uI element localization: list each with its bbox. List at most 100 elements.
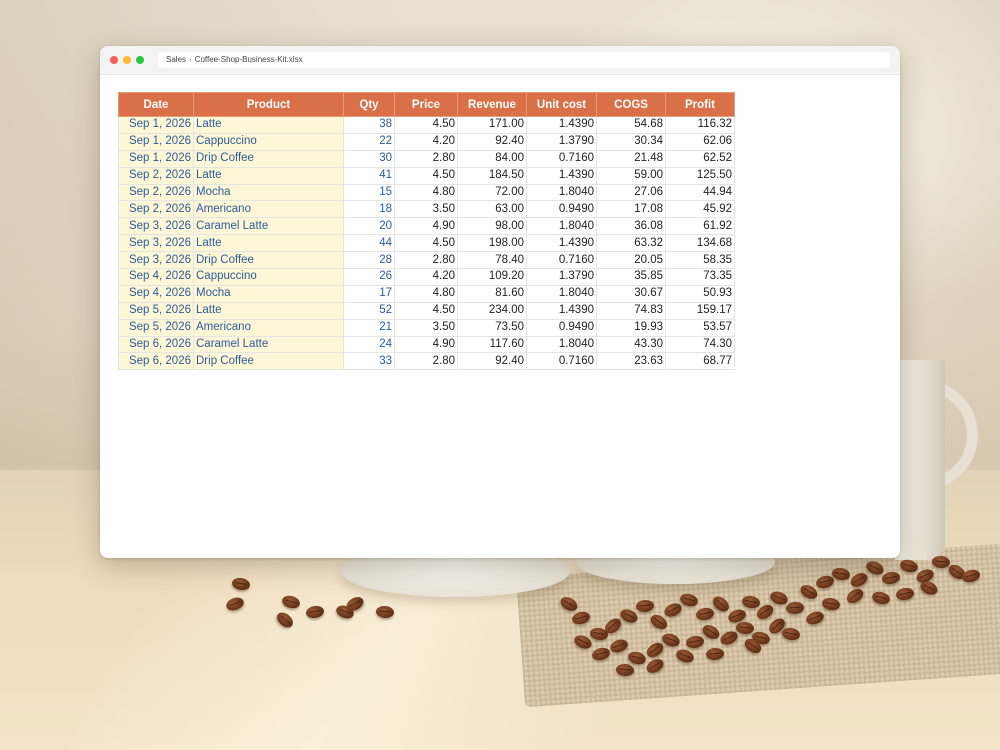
cell-product[interactable]: Latte — [193, 116, 344, 134]
cell-cogs[interactable]: 30.67 — [596, 284, 666, 303]
cell-cogs[interactable]: 36.08 — [596, 217, 666, 236]
cell-price[interactable]: 4.90 — [394, 335, 458, 354]
cell-qty[interactable]: 41 — [343, 166, 395, 185]
cell-profit[interactable]: 74.30 — [665, 335, 735, 354]
maximize-window-button[interactable] — [136, 56, 144, 64]
cell-product[interactable]: Cappuccino — [193, 132, 344, 151]
cell-product[interactable]: Caramel Latte — [193, 217, 344, 236]
cell-profit[interactable]: 50.93 — [665, 284, 735, 303]
cell-date[interactable]: Sep 4, 2026 — [118, 268, 194, 286]
cell-profit[interactable]: 116.32 — [665, 116, 735, 134]
cell-unit-cost[interactable]: 0.7160 — [526, 352, 597, 371]
cell-product[interactable]: Americano — [193, 200, 344, 219]
cell-price[interactable]: 2.80 — [394, 352, 458, 371]
cell-revenue[interactable]: 92.40 — [457, 132, 527, 151]
cell-revenue[interactable]: 73.50 — [457, 318, 527, 337]
cell-unit-cost[interactable]: 1.4390 — [526, 116, 597, 134]
cell-profit[interactable]: 125.50 — [665, 166, 735, 185]
cell-cogs[interactable]: 30.34 — [596, 132, 666, 151]
cell-qty[interactable]: 52 — [343, 301, 395, 320]
cell-product[interactable]: Caramel Latte — [193, 335, 344, 354]
column-header-date[interactable]: Date — [118, 92, 194, 117]
cell-price[interactable]: 4.50 — [394, 301, 458, 320]
cell-unit-cost[interactable]: 0.7160 — [526, 149, 597, 168]
cell-cogs[interactable]: 59.00 — [596, 166, 666, 185]
cell-date[interactable]: Sep 3, 2026 — [118, 217, 194, 236]
cell-unit-cost[interactable]: 0.7160 — [526, 251, 597, 270]
cell-qty[interactable]: 24 — [343, 335, 395, 354]
column-header-revenue[interactable]: Revenue — [457, 92, 527, 117]
breadcrumb-folder[interactable]: Sales — [166, 55, 186, 64]
cell-product[interactable]: Cappuccino — [193, 268, 344, 286]
cell-cogs[interactable]: 20.05 — [596, 251, 666, 270]
cell-qty[interactable]: 20 — [343, 217, 395, 236]
cell-profit[interactable]: 73.35 — [665, 268, 735, 286]
column-header-profit[interactable]: Profit — [665, 92, 735, 117]
cell-revenue[interactable]: 84.00 — [457, 149, 527, 168]
cell-unit-cost[interactable]: 1.8040 — [526, 335, 597, 354]
cell-date[interactable]: Sep 1, 2026 — [118, 149, 194, 168]
column-header-qty[interactable]: Qty — [343, 92, 395, 117]
cell-cogs[interactable]: 23.63 — [596, 352, 666, 371]
breadcrumb-file[interactable]: Coffee-Shop-Business-Kit.xlsx — [195, 55, 303, 64]
cell-price[interactable]: 2.80 — [394, 149, 458, 168]
cell-date[interactable]: Sep 2, 2026 — [118, 166, 194, 185]
cell-price[interactable]: 4.20 — [394, 132, 458, 151]
cell-qty[interactable]: 18 — [343, 200, 395, 219]
cell-unit-cost[interactable]: 1.3790 — [526, 268, 597, 286]
cell-price[interactable]: 4.50 — [394, 116, 458, 134]
cell-profit[interactable]: 159.17 — [665, 301, 735, 320]
cell-revenue[interactable]: 63.00 — [457, 200, 527, 219]
cell-unit-cost[interactable]: 1.4390 — [526, 234, 597, 253]
breadcrumb[interactable]: Sales › Coffee-Shop-Business-Kit.xlsx — [158, 52, 890, 68]
cell-cogs[interactable]: 17.08 — [596, 200, 666, 219]
cell-date[interactable]: Sep 5, 2026 — [118, 318, 194, 337]
column-header-unit-cost[interactable]: Unit cost — [526, 92, 597, 117]
cell-qty[interactable]: 44 — [343, 234, 395, 253]
cell-product[interactable]: Latte — [193, 234, 344, 253]
cell-profit[interactable]: 68.77 — [665, 352, 735, 371]
cell-date[interactable]: Sep 1, 2026 — [118, 132, 194, 151]
close-window-button[interactable] — [110, 56, 118, 64]
cell-profit[interactable]: 61.92 — [665, 217, 735, 236]
cell-price[interactable]: 4.80 — [394, 284, 458, 303]
cell-product[interactable]: Drip Coffee — [193, 149, 344, 168]
cell-revenue[interactable]: 198.00 — [457, 234, 527, 253]
cell-date[interactable]: Sep 1, 2026 — [118, 116, 194, 134]
cell-profit[interactable]: 44.94 — [665, 183, 735, 202]
cell-revenue[interactable]: 78.40 — [457, 251, 527, 270]
cell-revenue[interactable]: 171.00 — [457, 116, 527, 134]
cell-price[interactable]: 3.50 — [394, 318, 458, 337]
cell-qty[interactable]: 30 — [343, 149, 395, 168]
cell-unit-cost[interactable]: 1.8040 — [526, 284, 597, 303]
cell-unit-cost[interactable]: 0.9490 — [526, 318, 597, 337]
cell-revenue[interactable]: 92.40 — [457, 352, 527, 371]
minimize-window-button[interactable] — [123, 56, 131, 64]
cell-date[interactable]: Sep 4, 2026 — [118, 284, 194, 303]
cell-date[interactable]: Sep 6, 2026 — [118, 335, 194, 354]
cell-qty[interactable]: 26 — [343, 268, 395, 286]
cell-product[interactable]: Mocha — [193, 183, 344, 202]
column-header-product[interactable]: Product — [193, 92, 344, 117]
cell-qty[interactable]: 28 — [343, 251, 395, 270]
cell-product[interactable]: Drip Coffee — [193, 251, 344, 270]
cell-profit[interactable]: 45.92 — [665, 200, 735, 219]
cell-product[interactable]: Mocha — [193, 284, 344, 303]
cell-price[interactable]: 3.50 — [394, 200, 458, 219]
cell-revenue[interactable]: 234.00 — [457, 301, 527, 320]
cell-date[interactable]: Sep 3, 2026 — [118, 234, 194, 253]
cell-date[interactable]: Sep 5, 2026 — [118, 301, 194, 320]
cell-price[interactable]: 4.50 — [394, 166, 458, 185]
cell-qty[interactable]: 33 — [343, 352, 395, 371]
cell-price[interactable]: 4.80 — [394, 183, 458, 202]
column-header-price[interactable]: Price — [394, 92, 458, 117]
cell-revenue[interactable]: 109.20 — [457, 268, 527, 286]
cell-price[interactable]: 2.80 — [394, 251, 458, 270]
cell-unit-cost[interactable]: 1.3790 — [526, 132, 597, 151]
cell-cogs[interactable]: 27.06 — [596, 183, 666, 202]
cell-qty[interactable]: 15 — [343, 183, 395, 202]
cell-cogs[interactable]: 21.48 — [596, 149, 666, 168]
cell-date[interactable]: Sep 2, 2026 — [118, 200, 194, 219]
cell-cogs[interactable]: 43.30 — [596, 335, 666, 354]
cell-cogs[interactable]: 54.68 — [596, 116, 666, 134]
